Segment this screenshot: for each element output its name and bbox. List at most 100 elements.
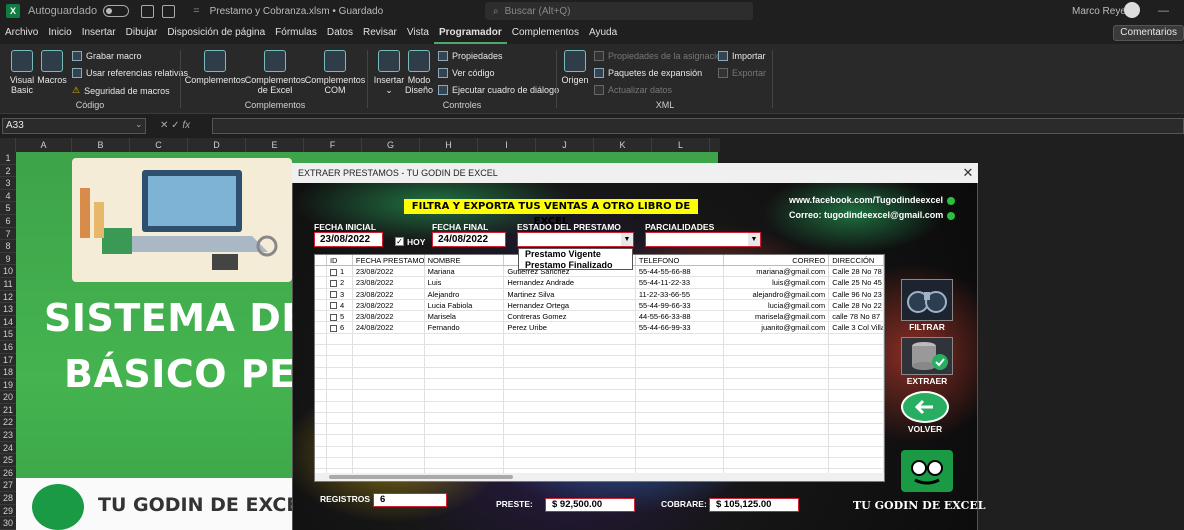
hoy-checkbox[interactable]: ✓ — [395, 237, 404, 246]
exportar-button[interactable]: Exportar — [718, 68, 766, 78]
list-row[interactable]: 3 23/08/2022 Alejandro Martinez Silva 11-22-… — [315, 288, 884, 300]
chevron-down-icon[interactable]: ▼ — [748, 233, 760, 246]
list-row[interactable] — [315, 333, 884, 346]
chevron-down-icon[interactable]: ⌄ — [135, 119, 143, 130]
column-header-j[interactable]: J — [536, 138, 594, 152]
row-header-6[interactable]: 6 — [0, 215, 16, 228]
usar-referencias-button[interactable]: Usar referencias relativas — [72, 68, 188, 78]
col-nombre[interactable]: NOMBRE — [425, 255, 505, 265]
menu-formulas[interactable]: Fórmulas — [270, 22, 322, 44]
row-header-17[interactable]: 17 — [0, 354, 16, 367]
row-header-23[interactable]: 23 — [0, 429, 16, 442]
macros-button[interactable]: Macros — [37, 50, 67, 85]
menu-complementos[interactable]: Complementos — [507, 22, 584, 44]
row-header-22[interactable]: 22 — [0, 416, 16, 430]
complementos-excel-button[interactable]: Complementos de Excel — [245, 50, 305, 95]
volver-button[interactable]: VOLVER — [901, 391, 949, 434]
row-header-19[interactable]: 19 — [0, 379, 16, 392]
fecha-inicial-input[interactable]: 23/08/2022 — [314, 232, 383, 247]
row-header-21[interactable]: 21 — [0, 404, 16, 417]
complementos-button[interactable]: Complementos — [185, 50, 245, 85]
menu-programador[interactable]: Programador — [433, 22, 507, 44]
column-header-b[interactable]: B — [72, 138, 130, 152]
select-all-corner[interactable] — [0, 138, 16, 152]
menu-vista[interactable]: Vista — [402, 22, 434, 44]
undo-icon[interactable] — [162, 4, 176, 18]
column-header-k[interactable]: K — [594, 138, 652, 152]
row-header-26[interactable]: 26 — [0, 467, 16, 480]
ver-codigo-button[interactable]: Ver código — [438, 68, 495, 78]
autosave-toggle[interactable] — [103, 5, 130, 17]
list-row[interactable] — [315, 345, 884, 357]
col-id[interactable]: ID — [327, 255, 353, 265]
formula-input[interactable] — [212, 118, 1184, 134]
avatar[interactable] — [1124, 2, 1140, 18]
row-header-24[interactable]: 24 — [0, 442, 16, 455]
col-fecha[interactable]: FECHA PRESTAMO — [353, 255, 425, 265]
facebook-link[interactable]: www.facebook.com/Tugodindeexcel — [789, 195, 956, 205]
column-header-g[interactable]: G — [362, 138, 420, 152]
scroll-thumb[interactable] — [329, 475, 513, 479]
column-header-c[interactable]: C — [130, 138, 188, 152]
list-row[interactable] — [315, 390, 884, 402]
menu-archivo[interactable]: Archivo — [0, 22, 43, 44]
list-row[interactable] — [315, 446, 884, 459]
extraer-button[interactable]: EXTRAER — [901, 337, 953, 386]
column-header-l[interactable]: L — [652, 138, 710, 152]
option-prestamo-vigente[interactable]: Prestamo Vigente — [519, 249, 632, 260]
row-header-9[interactable]: 9 — [0, 253, 16, 266]
row-checkbox[interactable] — [329, 302, 337, 310]
row-header-12[interactable]: 12 — [0, 291, 16, 304]
row-header-10[interactable]: 10 — [0, 265, 16, 278]
list-row[interactable] — [315, 367, 884, 379]
menu-dibujar[interactable]: Dibujar — [121, 22, 163, 44]
estado-combobox[interactable]: ▼ — [517, 232, 634, 247]
column-header-a[interactable]: A — [16, 138, 72, 152]
col-telefono[interactable]: TELEFONO — [636, 255, 724, 265]
menu-ayuda[interactable]: Ayuda — [584, 22, 622, 44]
menu-revisar[interactable]: Revisar — [358, 22, 402, 44]
row-header-25[interactable]: 25 — [0, 454, 16, 467]
row-checkbox[interactable] — [329, 313, 337, 321]
row-header-11[interactable]: 11 — [0, 278, 16, 291]
row-header-15[interactable]: 15 — [0, 328, 16, 341]
list-row[interactable]: 4 23/08/2022 Lucia Fabiola Hernandez Ortega… — [315, 299, 884, 312]
row-header-4[interactable]: 4 — [0, 190, 16, 203]
visual-basic-button[interactable]: Visual Basic — [8, 50, 36, 95]
comments-button[interactable]: Comentarios — [1113, 25, 1184, 41]
filtrar-button[interactable]: FILTRAR — [901, 279, 953, 332]
option-prestamo-finalizado[interactable]: Prestamo Finalizado — [519, 260, 632, 271]
row-header-1[interactable]: 1 — [0, 152, 16, 165]
row-header-14[interactable]: 14 — [0, 316, 16, 329]
list-row[interactable]: 2 23/08/2022 Luis Hernandez Andrade 55-44-11… — [315, 277, 884, 289]
row-header-28[interactable]: 28 — [0, 492, 16, 505]
list-row[interactable] — [315, 435, 884, 447]
list-row[interactable]: 5 23/08/2022 Marisela Contreras Gomez 44-55-… — [315, 311, 884, 323]
minimize-icon[interactable]: — — [1158, 5, 1169, 17]
row-checkbox[interactable] — [329, 279, 337, 287]
row-header-2[interactable]: 2 — [0, 165, 16, 178]
name-box[interactable]: A33 — [2, 118, 146, 134]
column-header-e[interactable]: E — [246, 138, 304, 152]
list-row[interactable] — [315, 401, 884, 413]
origen-button[interactable]: Origen — [560, 50, 590, 85]
fecha-final-input[interactable]: 24/08/2022 — [432, 232, 506, 247]
row-header-7[interactable]: 7 — [0, 228, 16, 241]
list-row[interactable] — [315, 378, 884, 391]
actualizar-datos-button[interactable]: Actualizar datos — [594, 85, 672, 95]
ejecutar-dialogo-button[interactable]: Ejecutar cuadro de diálogo — [438, 85, 559, 95]
menu-datos[interactable]: Datos — [322, 22, 358, 44]
column-header-f[interactable]: F — [304, 138, 362, 152]
save-icon[interactable] — [141, 4, 155, 18]
search-box[interactable]: ⌕ Buscar (Alt+Q) — [485, 2, 753, 20]
paquetes-button[interactable]: Paquetes de expansión — [594, 68, 702, 78]
chevron-down-icon[interactable]: ▼ — [621, 233, 633, 246]
list-row[interactable] — [315, 356, 884, 368]
row-checkbox[interactable] — [329, 291, 337, 299]
insertar-button[interactable]: Insertar ⌄ — [372, 50, 406, 95]
row-header-18[interactable]: 18 — [0, 366, 16, 379]
row-header-27[interactable]: 27 — [0, 479, 16, 493]
row-checkbox[interactable] — [329, 268, 337, 276]
grabar-macro-button[interactable]: Grabar macro — [72, 51, 142, 61]
prop-asignacion-button[interactable]: Propiedades de la asignación — [594, 51, 726, 61]
